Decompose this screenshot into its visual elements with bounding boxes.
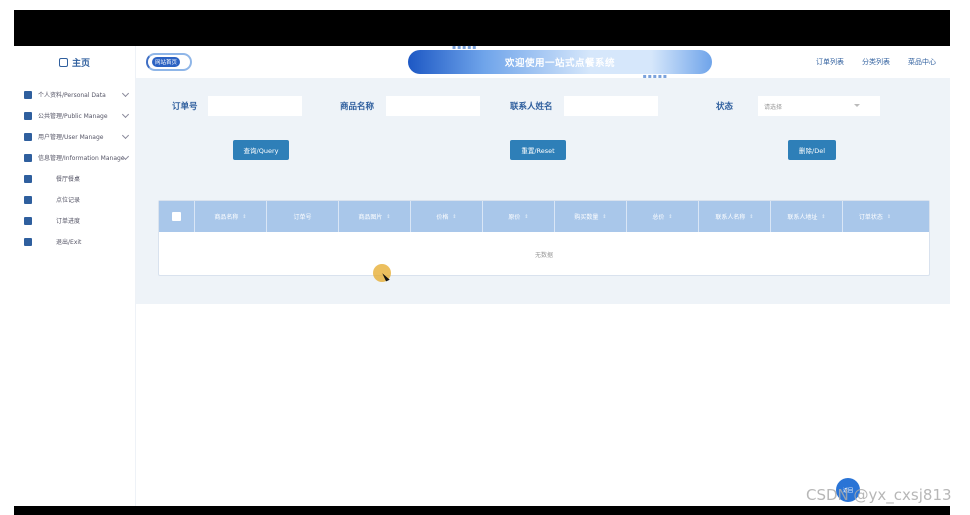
orders-table: 商品名称 ⇕ 订单号 商品图片 ⇕ 价格 ⇕ 原价 ⇕ 购买数量 ⇕ 总价 ⇕ 联系人名称 ⇕… xyxy=(158,200,930,276)
sidebar-item-user-manage[interactable]: 用户管理/User Manage xyxy=(14,126,135,147)
column-header[interactable]: 联系人地址 ⇕ xyxy=(771,201,843,232)
empty-state: 无数据 xyxy=(534,251,553,259)
order-no-input[interactable] xyxy=(208,96,302,116)
column-label: 联系人地址 xyxy=(787,214,818,221)
column-label: 价格 xyxy=(436,214,449,221)
sidebar-item-records[interactable]: 点位记录 xyxy=(14,189,135,210)
search-row: 订单号 商品名称 联系人姓名 状态 请选择 xyxy=(136,96,950,116)
document-icon xyxy=(24,90,32,99)
site-home-button[interactable]: 网站首页 xyxy=(146,53,192,71)
calendar-icon xyxy=(24,216,32,225)
column-header[interactable]: 商品图片 ⇕ xyxy=(339,201,411,232)
column-label: 订单号 xyxy=(293,214,312,221)
home-label: 主页 xyxy=(71,58,90,69)
column-label: 原价 xyxy=(508,214,521,221)
app-window: 主页 个人资料/Personal Data 公共管理/Public Manage… xyxy=(14,44,950,506)
column-header[interactable]: 价格 ⇕ xyxy=(411,201,483,232)
main-content: 网站首页 ▪▪▪▪▪ 欢迎使用一站式点餐系统 ▪▪▪▪▪ 订单列表 分类列表 菜… xyxy=(136,44,950,506)
bottom-black-bar xyxy=(14,506,950,515)
status-placeholder: 请选择 xyxy=(764,103,783,111)
column-label: 订单状态 xyxy=(858,214,883,221)
contact-name-label: 联系人姓名 xyxy=(510,102,553,112)
chevron-down-icon xyxy=(121,89,130,98)
order-no-label: 订单号 xyxy=(172,102,198,112)
sort-icon: ⇕ xyxy=(821,213,826,220)
sidebar-item-personal-data[interactable]: 个人资料/Personal Data xyxy=(14,84,135,105)
sidebar-item-label: 点位记录 xyxy=(56,197,81,204)
sidebar: 主页 个人资料/Personal Data 公共管理/Public Manage… xyxy=(14,46,136,506)
column-header[interactable]: 原价 ⇕ xyxy=(483,201,555,232)
home-link[interactable]: 主页 xyxy=(14,46,135,78)
column-label: 购买数量 xyxy=(574,214,599,221)
nav-category-list[interactable]: 分类列表 xyxy=(862,57,890,67)
sidebar-item-public-manage[interactable]: 公共管理/Public Manage xyxy=(14,105,135,126)
sidebar-item-label: 信息管理/Information Manage xyxy=(38,155,125,162)
sidebar-item-exit[interactable]: 退出/Exit xyxy=(14,231,135,252)
title-banner: ▪▪▪▪▪ 欢迎使用一站式点餐系统 ▪▪▪▪▪ xyxy=(408,44,712,80)
reset-button[interactable]: 重置/Reset xyxy=(510,140,566,160)
sort-icon: ⇕ xyxy=(602,213,607,220)
top-nav: 订单列表 分类列表 菜品中心 xyxy=(816,46,936,78)
column-header[interactable]: 订单号 xyxy=(267,201,339,232)
chevron-down-icon xyxy=(121,131,130,140)
sort-icon: ⇕ xyxy=(668,213,673,220)
column-header[interactable]: 商品名称 ⇕ xyxy=(195,201,267,232)
delete-button[interactable]: 删除/Del xyxy=(788,140,836,160)
contact-name-input[interactable] xyxy=(564,96,658,116)
table-header: 商品名称 ⇕ 订单号 商品图片 ⇕ 价格 ⇕ 原价 ⇕ 购买数量 ⇕ 总价 ⇕ 联系人名称 ⇕… xyxy=(159,201,929,232)
sidebar-item-label: 订单进度 xyxy=(56,218,81,225)
sort-icon: ⇕ xyxy=(524,213,529,220)
column-label: 联系人名称 xyxy=(715,214,746,221)
sidebar-item-information-manage[interactable]: 信息管理/Information Manage xyxy=(14,147,135,168)
sort-icon: ⇕ xyxy=(242,213,247,220)
sidebar-item-order-progress[interactable]: 订单进度 xyxy=(14,210,135,231)
column-label: 总价 xyxy=(652,214,665,221)
search-panel: 订单号 商品名称 联系人姓名 状态 请选择 查询/Query 重置/Reset … xyxy=(136,78,950,304)
watermark: CSDN @yx_cxsj813 xyxy=(806,486,952,504)
select-all-checkbox[interactable] xyxy=(172,212,181,221)
sidebar-item-tables[interactable]: 餐厅餐桌 xyxy=(14,168,135,189)
sidebar-item-label: 餐厅餐桌 xyxy=(56,176,81,183)
column-header[interactable]: 联系人名称 ⇕ xyxy=(699,201,771,232)
site-home-label: 网站首页 xyxy=(152,57,181,67)
caret-down-icon xyxy=(854,104,860,107)
column-header[interactable]: 购买数量 ⇕ xyxy=(555,201,627,232)
clipboard-icon xyxy=(24,111,32,120)
status-label: 状态 xyxy=(716,102,734,112)
exit-icon xyxy=(24,237,32,246)
decorative-dots: ▪▪▪▪▪ xyxy=(452,44,478,51)
top-black-bar xyxy=(14,10,950,46)
user-icon xyxy=(24,195,32,204)
home-icon xyxy=(58,57,68,67)
product-name-input[interactable] xyxy=(386,96,480,116)
column-header[interactable]: 总价 ⇕ xyxy=(627,201,699,232)
column-label: 商品图片 xyxy=(358,214,383,221)
sort-icon: ⇕ xyxy=(886,213,892,220)
page-title: 欢迎使用一站式点餐系统 xyxy=(504,58,615,69)
product-name-label: 商品名称 xyxy=(340,102,375,112)
bookmark-icon xyxy=(24,174,32,183)
sidebar-menu: 个人资料/Personal Data 公共管理/Public Manage 用户… xyxy=(14,84,135,252)
nav-order-list[interactable]: 订单列表 xyxy=(816,57,844,67)
chart-icon xyxy=(24,132,32,141)
sort-icon: ⇕ xyxy=(386,213,391,220)
sidebar-item-label: 退出/Exit xyxy=(56,239,82,246)
screen: 主页 个人资料/Personal Data 公共管理/Public Manage… xyxy=(0,0,970,515)
header: 网站首页 ▪▪▪▪▪ 欢迎使用一站式点餐系统 ▪▪▪▪▪ 订单列表 分类列表 菜… xyxy=(136,44,950,80)
query-button[interactable]: 查询/Query xyxy=(233,140,289,160)
column-label: 商品名称 xyxy=(214,214,239,221)
sidebar-item-label: 用户管理/User Manage xyxy=(38,134,104,141)
sort-icon: ⇕ xyxy=(749,213,754,220)
sidebar-item-label: 个人资料/Personal Data xyxy=(38,92,106,99)
sidebar-item-label: 公共管理/Public Manage xyxy=(38,113,108,120)
nav-dish-center[interactable]: 菜品中心 xyxy=(908,57,936,67)
bar-chart-icon xyxy=(24,153,32,162)
chevron-down-icon xyxy=(121,110,130,119)
column-header[interactable]: 订单状态 ⇕ xyxy=(843,201,907,232)
select-all-cell[interactable] xyxy=(159,201,195,232)
sort-icon: ⇕ xyxy=(452,213,457,220)
status-select[interactable]: 请选择 xyxy=(758,96,880,116)
